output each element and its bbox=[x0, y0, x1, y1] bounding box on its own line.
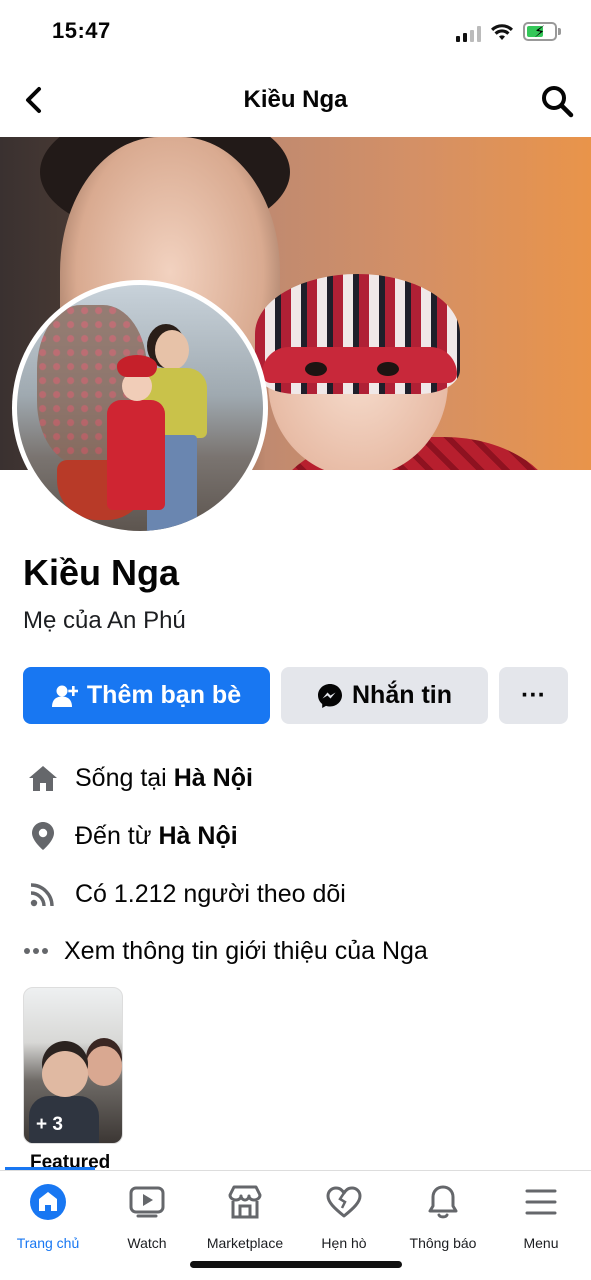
home-indicator bbox=[190, 1261, 402, 1268]
rss-followers-icon bbox=[23, 880, 63, 908]
tab-dating[interactable]: Hẹn hò bbox=[294, 1183, 394, 1251]
dating-heart-icon bbox=[294, 1183, 394, 1221]
message-label: Nhắn tin bbox=[352, 681, 452, 709]
add-friend-label: Thêm bạn bè bbox=[86, 681, 242, 709]
battery-icon: ⚡ bbox=[523, 22, 557, 41]
menu-icon bbox=[491, 1183, 591, 1221]
messenger-icon bbox=[317, 683, 343, 709]
tab-label: Thông báo bbox=[409, 1235, 477, 1251]
message-button[interactable]: Nhắn tin bbox=[281, 667, 488, 724]
wifi-icon bbox=[491, 24, 513, 40]
add-friend-button[interactable]: Thêm bạn bè bbox=[23, 667, 270, 724]
tab-notifications[interactable]: Thông báo bbox=[393, 1183, 493, 1251]
tab-menu[interactable]: Menu bbox=[491, 1183, 591, 1251]
tab-label: Trang chủ bbox=[16, 1235, 80, 1251]
lives-city[interactable]: Hà Nội bbox=[174, 764, 253, 793]
more-options-label: ··· bbox=[521, 681, 546, 709]
followers-text[interactable]: Có 1.212 người theo dõi bbox=[75, 880, 346, 909]
battery-tip bbox=[558, 28, 561, 35]
page-title: Kiều Nga bbox=[243, 86, 348, 113]
featured-photo-card[interactable]: + 3 bbox=[23, 987, 123, 1144]
lives-prefix: Sống tại bbox=[75, 763, 167, 792]
status-bar: 15:47 ⚡ bbox=[0, 0, 591, 64]
from-city[interactable]: Hà Nội bbox=[159, 822, 238, 851]
info-lives-in: Sống tại Hà Nội bbox=[23, 758, 253, 798]
tab-watch[interactable]: Watch bbox=[97, 1183, 197, 1251]
see-about-text[interactable]: Xem thông tin giới thiệu của Nga bbox=[64, 937, 428, 966]
location-pin-icon bbox=[23, 821, 63, 851]
search-icon[interactable] bbox=[540, 84, 574, 118]
featured-count: + 3 bbox=[36, 1114, 63, 1135]
add-friend-icon bbox=[51, 684, 78, 708]
profile-name: Kiều Nga bbox=[23, 552, 180, 593]
tab-label: Hẹn hò bbox=[321, 1235, 367, 1251]
watch-icon bbox=[97, 1183, 197, 1221]
nav-header: Kiều Nga bbox=[0, 64, 591, 136]
cellular-signal-icon bbox=[456, 26, 482, 42]
info-see-about[interactable]: Xem thông tin giới thiệu của Nga bbox=[18, 931, 428, 971]
info-followers: Có 1.212 người theo dõi bbox=[23, 874, 346, 914]
profile-avatar[interactable] bbox=[12, 280, 268, 536]
tab-label: Marketplace bbox=[206, 1235, 284, 1251]
tab-home[interactable]: Trang chủ bbox=[0, 1183, 98, 1251]
home-icon bbox=[0, 1183, 98, 1221]
more-options-button[interactable]: ··· bbox=[499, 667, 568, 724]
house-icon bbox=[23, 764, 63, 792]
info-from: Đến từ Hà Nội bbox=[23, 816, 238, 856]
marketplace-icon bbox=[195, 1183, 295, 1221]
tab-marketplace[interactable]: Marketplace bbox=[195, 1183, 295, 1251]
tab-label: Watch bbox=[127, 1235, 167, 1251]
profile-bio: Mẹ của An Phú bbox=[23, 607, 186, 634]
ellipsis-icon bbox=[18, 947, 54, 955]
tab-label: Menu bbox=[523, 1235, 559, 1251]
bell-icon bbox=[393, 1183, 493, 1221]
status-time: 15:47 bbox=[52, 18, 111, 43]
chevron-left-icon[interactable] bbox=[20, 84, 48, 116]
from-prefix: Đến từ bbox=[75, 821, 152, 850]
